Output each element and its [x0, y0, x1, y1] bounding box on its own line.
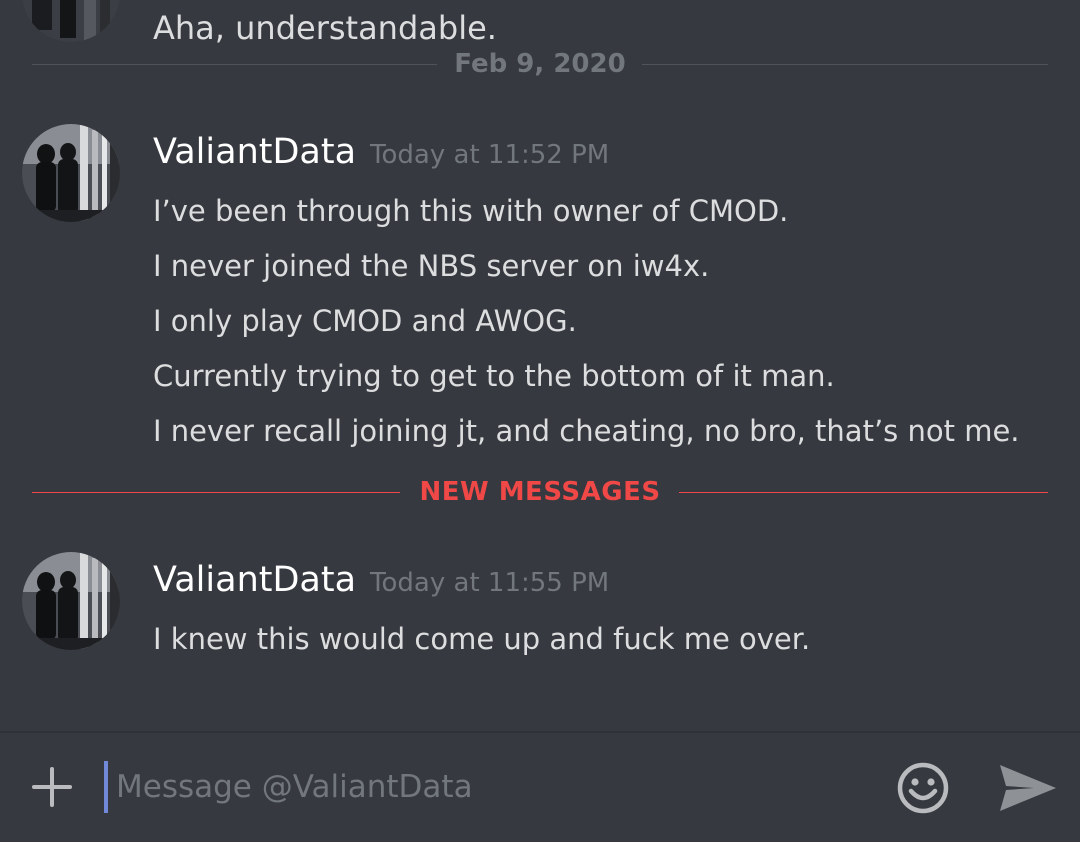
message-text: I never joined the NBS server on iw4x. [153, 249, 710, 283]
message-text: I never recall joining jt, and cheating,… [153, 414, 1020, 448]
message-group: ValiantData Today at 11:52 PM I’ve been t… [0, 124, 1080, 464]
timestamp: Today at 11:55 PM [370, 568, 610, 598]
message-header: ValiantData Today at 11:55 PM [153, 560, 609, 600]
message-text: I’ve been through this with owner of CMO… [153, 194, 789, 228]
smiley-face-icon[interactable] [896, 761, 950, 815]
message-text: Currently trying to get to the bottom of… [153, 359, 835, 393]
plus-icon-bar [50, 767, 54, 807]
message-composer [0, 731, 1080, 842]
user-avatar[interactable] [22, 552, 120, 650]
send-arrow-icon[interactable] [998, 761, 1058, 815]
message-group: ValiantData Today at 11:55 PM I knew this… [0, 552, 1080, 672]
username[interactable]: ValiantData [153, 132, 356, 172]
message-text: I only play CMOD and AWOG. [153, 304, 577, 338]
message-content: I’ve been through this with owner of CMO… [153, 184, 1063, 459]
date-divider: Feb 9, 2020 [32, 44, 1048, 84]
message-text: I knew this would come up and fuck me ov… [153, 622, 811, 656]
date-divider-label: Feb 9, 2020 [454, 49, 626, 79]
username[interactable]: ValiantData [153, 560, 356, 600]
timestamp: Today at 11:52 PM [370, 140, 610, 170]
user-avatar[interactable] [22, 0, 120, 42]
message-input[interactable] [104, 761, 876, 813]
message-text: Aha, understandable. [153, 9, 497, 47]
message-header: ValiantData Today at 11:52 PM [153, 132, 609, 172]
user-avatar[interactable] [22, 124, 120, 222]
plus-icon[interactable] [32, 767, 72, 807]
new-messages-divider: NEW MESSAGES [32, 472, 1048, 512]
new-messages-label: NEW MESSAGES [419, 477, 661, 507]
message-content: I knew this would come up and fuck me ov… [153, 612, 1063, 667]
chat-window: Aha, understandable. Feb 9, 2020 Valiant… [0, 0, 1080, 842]
